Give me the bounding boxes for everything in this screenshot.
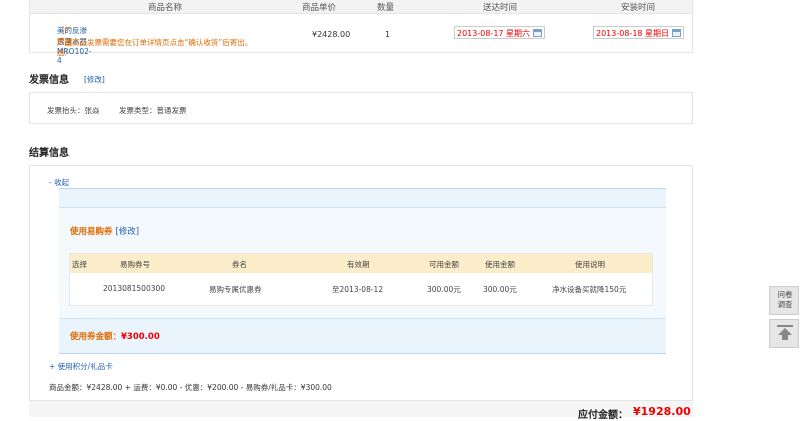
coupon-validity: 至2013-08-12 <box>332 285 384 294</box>
product-note: 厂送商品发票需要您在订单详情页点击“确认收货”后寄出。 <box>57 38 253 47</box>
calendar-icon[interactable] <box>672 29 681 37</box>
header-install-time: 安装时间 <box>621 3 656 13</box>
coupon-total: 使用券金额：¥300.00 <box>70 332 160 342</box>
product-table: 商品名称 商品单价 数量 送达时间 安装时间 美的反渗透净水器MRO102-4 （… <box>29 0 693 65</box>
header-product-name: 商品名称 <box>148 3 183 13</box>
invoice-section-title: 发票信息 <box>29 75 69 86</box>
coupon-header-available: 可用金额 <box>429 260 459 269</box>
coupon-description: 净水设备买就降150元 <box>552 285 627 294</box>
price-summary: 商品金额：¥2428.00 + 运费：¥0.00 - 优惠：¥200.00 - … <box>49 383 332 392</box>
payable-amount: ¥1928.00 <box>633 405 691 418</box>
coupon-name: 易购专属优惠券 <box>209 285 262 294</box>
invoice-box: 发票抬头：张焱 发票类型：普通发票 <box>29 92 693 124</box>
coupon-header-number: 易购券号 <box>120 260 150 269</box>
coupon-panel: 使用易购券 [修改] 选择 易购券号 券名 有效期 可用金额 使用金额 使用说明… <box>59 188 666 354</box>
coupon-header-validity: 有效期 <box>347 260 370 269</box>
coupon-used-amount: 300.00元 <box>483 285 517 294</box>
survey-button[interactable]: 问卷调查 <box>769 286 799 315</box>
back-to-top-button[interactable] <box>769 319 799 348</box>
collapse-link[interactable]: - 收起 <box>49 177 69 188</box>
header-delivery-time: 送达时间 <box>483 3 518 13</box>
use-points-link[interactable]: + 使用积分/礼品卡 <box>49 361 113 372</box>
invoice-edit-link[interactable]: [修改] <box>84 74 105 85</box>
coupon-table: 选择 易购券号 券名 有效期 可用金额 使用金额 使用说明 2013081500… <box>69 253 653 306</box>
coupon-number: 2013081500300 <box>103 284 166 293</box>
settlement-box: - 收起 使用易购券 [修改] 选择 易购券号 券名 有效期 可用金额 使用金额… <box>29 165 693 405</box>
invoice-header: 发票抬头：张焱 <box>47 106 100 115</box>
calendar-icon[interactable] <box>533 29 542 37</box>
delivery-date-field[interactable]: 2013-08-17 星期六 <box>454 26 545 39</box>
coupon-edit-link[interactable]: [修改] <box>115 227 139 237</box>
coupon-total-amount: ¥300.00 <box>121 332 160 342</box>
payable-label: 应付金额： <box>578 410 628 421</box>
coupon-table-header: 选择 易购券号 券名 有效期 可用金额 使用金额 使用说明 <box>70 254 652 273</box>
coupon-header-select: 选择 <box>72 260 87 269</box>
coupon-header-name: 券名 <box>232 260 247 269</box>
product-quantity: 1 <box>385 30 391 39</box>
header-quantity: 数量 <box>377 3 395 13</box>
product-table-header: 商品名称 商品单价 数量 送达时间 安装时间 <box>30 0 692 14</box>
coupon-header-description: 使用说明 <box>575 260 605 269</box>
settlement-section-title: 结算信息 <box>29 148 69 159</box>
payable-bar: 应付金额： ¥1928.00 <box>29 400 693 421</box>
header-unit-price: 商品单价 <box>302 3 337 13</box>
coupon-inner: 使用易购券 [修改] 选择 易购券号 券名 有效期 可用金额 使用金额 使用说明… <box>59 207 666 319</box>
coupon-header-used: 使用金额 <box>485 260 515 269</box>
invoice-type: 发票类型：普通发票 <box>119 106 187 115</box>
install-date-field[interactable]: 2013-08-18 星期日 <box>593 26 684 39</box>
coupon-title: 使用易购券 [修改] <box>70 227 140 237</box>
product-price: ¥2428.00 <box>312 30 351 39</box>
coupon-available-amount: 300.00元 <box>427 285 461 294</box>
